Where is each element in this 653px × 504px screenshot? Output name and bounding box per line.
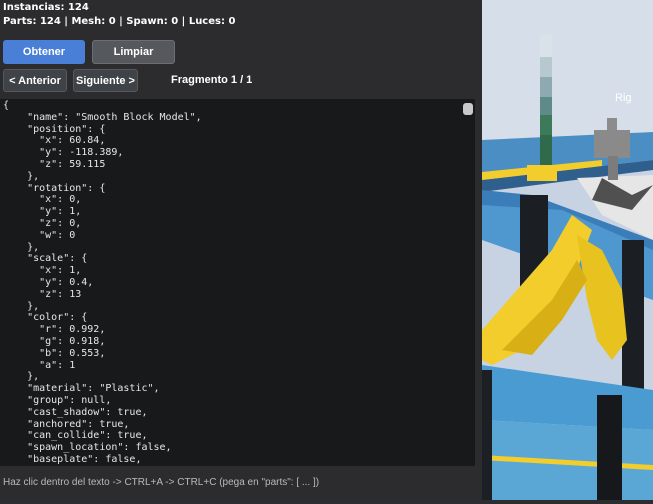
next-button[interactable]: Siguiente > bbox=[73, 69, 138, 92]
scrollbar-track[interactable] bbox=[463, 99, 473, 466]
footer-hint: Haz clic dentro del texto -> CTRL+A -> C… bbox=[3, 477, 320, 488]
fetch-button[interactable]: Obtener bbox=[3, 40, 85, 64]
clear-button[interactable]: Limpiar bbox=[92, 40, 175, 64]
export-panel: Instancias: 124 Parts: 124 | Mesh: 0 | S… bbox=[0, 0, 482, 500]
stats-block: Instancias: 124 Parts: 124 | Mesh: 0 | S… bbox=[3, 1, 235, 29]
previous-button[interactable]: < Anterior bbox=[3, 69, 67, 92]
fragment-indicator: Fragmento 1 / 1 bbox=[171, 74, 253, 86]
part-counts: Parts: 124 | Mesh: 0 | Spawn: 0 | Luces:… bbox=[3, 16, 236, 27]
json-text[interactable]: { "name": "Smooth Block Model", "positio… bbox=[0, 99, 475, 466]
3d-viewport[interactable] bbox=[482, 0, 653, 500]
json-output-textarea[interactable]: { "name": "Smooth Block Model", "positio… bbox=[0, 99, 475, 466]
scrollbar-thumb[interactable] bbox=[463, 103, 473, 115]
scene-render bbox=[482, 0, 653, 500]
rig-label: Rig bbox=[615, 92, 632, 104]
instance-count: Instancias: 124 bbox=[3, 2, 89, 13]
